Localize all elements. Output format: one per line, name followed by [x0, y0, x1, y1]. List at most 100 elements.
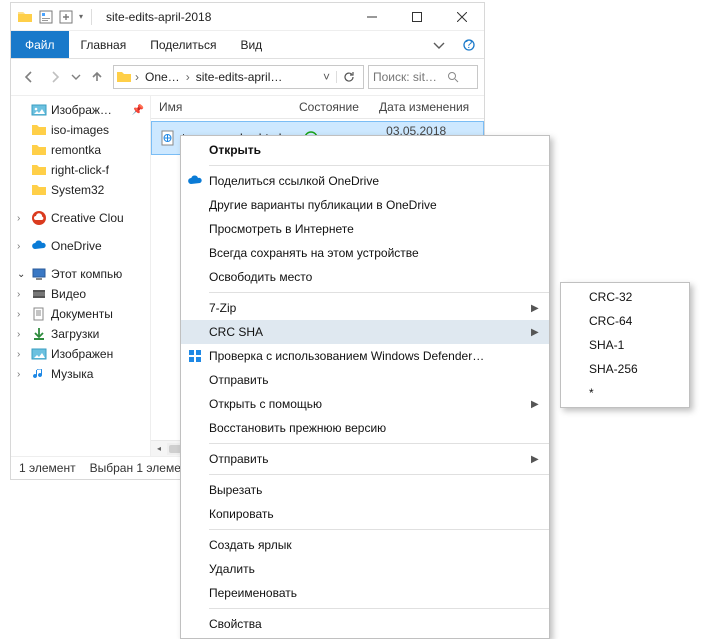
tree-item-pictures[interactable]: ›Изображен — [13, 344, 148, 364]
submenu-sha256[interactable]: SHA-256 — [561, 357, 689, 381]
menu-crc-sha[interactable]: CRC SHA▶ — [181, 320, 549, 344]
tree-item-folder[interactable]: System32 — [13, 180, 148, 200]
qat-properties-icon[interactable] — [37, 8, 55, 26]
ribbon-help-icon[interactable]: ? — [454, 31, 484, 58]
close-button[interactable] — [439, 3, 484, 31]
defender-icon — [181, 348, 209, 364]
nav-forward-button[interactable] — [43, 65, 67, 89]
scroll-left-button[interactable]: ◂ — [151, 444, 167, 453]
menu-sendto[interactable]: Отправить▶ — [181, 447, 549, 471]
status-selection: Выбран 1 элемен — [90, 461, 188, 475]
address-bar[interactable]: › One… › site-edits-april… ˅ — [113, 65, 364, 89]
context-submenu-crc: CRC-32 CRC-64 SHA-1 SHA-256 * — [560, 282, 690, 408]
titlebar: ▾ site-edits-april-2018 — [11, 3, 484, 31]
folder-icon — [17, 9, 33, 25]
menu-7zip[interactable]: 7-Zip▶ — [181, 296, 549, 320]
onedrive-icon — [31, 238, 47, 254]
menu-onedrive-publish[interactable]: Другие варианты публикации в OneDrive — [181, 193, 549, 217]
tree-label: remontka — [51, 143, 101, 157]
documents-icon — [31, 306, 47, 322]
nav-up-button[interactable] — [85, 65, 109, 89]
menu-restore-version[interactable]: Восстановить прежнюю версию — [181, 416, 549, 440]
submenu-crc64[interactable]: CRC-64 — [561, 309, 689, 333]
tab-view[interactable]: Вид — [228, 31, 274, 58]
window-title: site-edits-april-2018 — [106, 10, 211, 24]
menu-copy[interactable]: Копировать — [181, 502, 549, 526]
address-dropdown-icon[interactable]: ˅ — [319, 70, 334, 84]
breadcrumb-part[interactable]: site-edits-april… — [193, 70, 286, 84]
folder-icon — [31, 182, 47, 198]
column-headers[interactable]: Имя Состояние Дата изменения — [151, 96, 484, 119]
submenu-all[interactable]: * — [561, 381, 689, 405]
tab-home[interactable]: Главная — [69, 31, 139, 58]
ribbon-expand-icon[interactable] — [424, 31, 454, 58]
breadcrumb-part[interactable]: One… — [142, 70, 183, 84]
menu-share-onedrive[interactable]: Поделиться ссылкой OneDrive — [181, 169, 549, 193]
search-box[interactable] — [368, 65, 478, 89]
menu-always-keep[interactable]: Всегда сохранять на этом устройстве — [181, 241, 549, 265]
tree-item-pictures[interactable]: Изображ… 📌 — [13, 100, 148, 120]
search-input[interactable] — [373, 70, 443, 84]
tree-label: right-click-f — [51, 163, 109, 177]
tree-label: Музыка — [51, 367, 93, 381]
status-item-count: 1 элемент — [19, 461, 76, 475]
tree-label: iso-images — [51, 123, 109, 137]
tree-item-music[interactable]: ›Музыка — [13, 364, 148, 384]
qat-newfolder-icon[interactable] — [57, 8, 75, 26]
menu-shortcut[interactable]: Создать ярлык — [181, 533, 549, 557]
tree-label: Видео — [51, 287, 86, 301]
computer-icon — [31, 266, 47, 282]
minimize-button[interactable] — [349, 3, 394, 31]
tree-label: Загрузки — [51, 327, 99, 341]
menu-open-with[interactable]: Открыть с помощью▶ — [181, 392, 549, 416]
folder-icon — [31, 162, 47, 178]
tab-file[interactable]: Файл — [11, 31, 69, 58]
submenu-sha1[interactable]: SHA-1 — [561, 333, 689, 357]
refresh-button[interactable] — [336, 71, 361, 83]
column-name[interactable]: Имя — [159, 100, 299, 114]
navigation-tree[interactable]: Изображ… 📌 iso-images remontka right-cli… — [11, 96, 151, 456]
pin-icon: 📌 — [132, 105, 144, 116]
qat-dropdown-icon[interactable]: ▾ — [79, 12, 83, 21]
menu-free-space[interactable]: Освободить место — [181, 265, 549, 289]
tab-share[interactable]: Поделиться — [138, 31, 228, 58]
navigation-bar: › One… › site-edits-april… ˅ — [11, 59, 484, 96]
music-icon — [31, 366, 47, 382]
tree-label: Этот компью — [51, 267, 122, 281]
folder-icon — [31, 122, 47, 138]
tree-item-folder[interactable]: remontka — [13, 140, 148, 160]
context-menu: Открыть Поделиться ссылкой OneDrive Друг… — [180, 135, 550, 639]
tree-label: OneDrive — [51, 239, 102, 253]
tree-item-folder[interactable]: iso-images — [13, 120, 148, 140]
svg-text:?: ? — [466, 39, 473, 51]
column-state[interactable]: Состояние — [299, 100, 379, 114]
pictures-icon — [31, 102, 47, 118]
nav-back-button[interactable] — [17, 65, 41, 89]
column-date[interactable]: Дата изменения — [379, 100, 476, 114]
tree-item-videos[interactable]: ›Видео — [13, 284, 148, 304]
tree-item-documents[interactable]: ›Документы — [13, 304, 148, 324]
menu-send[interactable]: Отправить — [181, 368, 549, 392]
tree-item-downloads[interactable]: ›Загрузки — [13, 324, 148, 344]
tree-label: System32 — [51, 183, 104, 197]
html-file-icon — [160, 130, 176, 146]
submenu-crc32[interactable]: CRC-32 — [561, 285, 689, 309]
menu-cut[interactable]: Вырезать — [181, 478, 549, 502]
menu-open[interactable]: Открыть — [181, 138, 549, 162]
menu-delete[interactable]: Удалить — [181, 557, 549, 581]
folder-icon — [116, 69, 132, 85]
maximize-button[interactable] — [394, 3, 439, 31]
tree-item-onedrive[interactable]: ›OneDrive — [13, 236, 148, 256]
onedrive-icon — [181, 173, 209, 189]
nav-history-button[interactable] — [69, 65, 83, 89]
menu-view-online[interactable]: Просмотреть в Интернете — [181, 217, 549, 241]
pictures-icon — [31, 346, 47, 362]
tree-item-creativecloud[interactable]: ›Creative Clou — [13, 208, 148, 228]
video-icon — [31, 286, 47, 302]
menu-defender[interactable]: Проверка с использованием Windows Defend… — [181, 344, 549, 368]
menu-rename[interactable]: Переименовать — [181, 581, 549, 605]
menu-properties[interactable]: Свойства — [181, 612, 549, 636]
folder-icon — [31, 142, 47, 158]
tree-item-thispc[interactable]: ⌄Этот компью — [13, 264, 148, 284]
tree-item-folder[interactable]: right-click-f — [13, 160, 148, 180]
